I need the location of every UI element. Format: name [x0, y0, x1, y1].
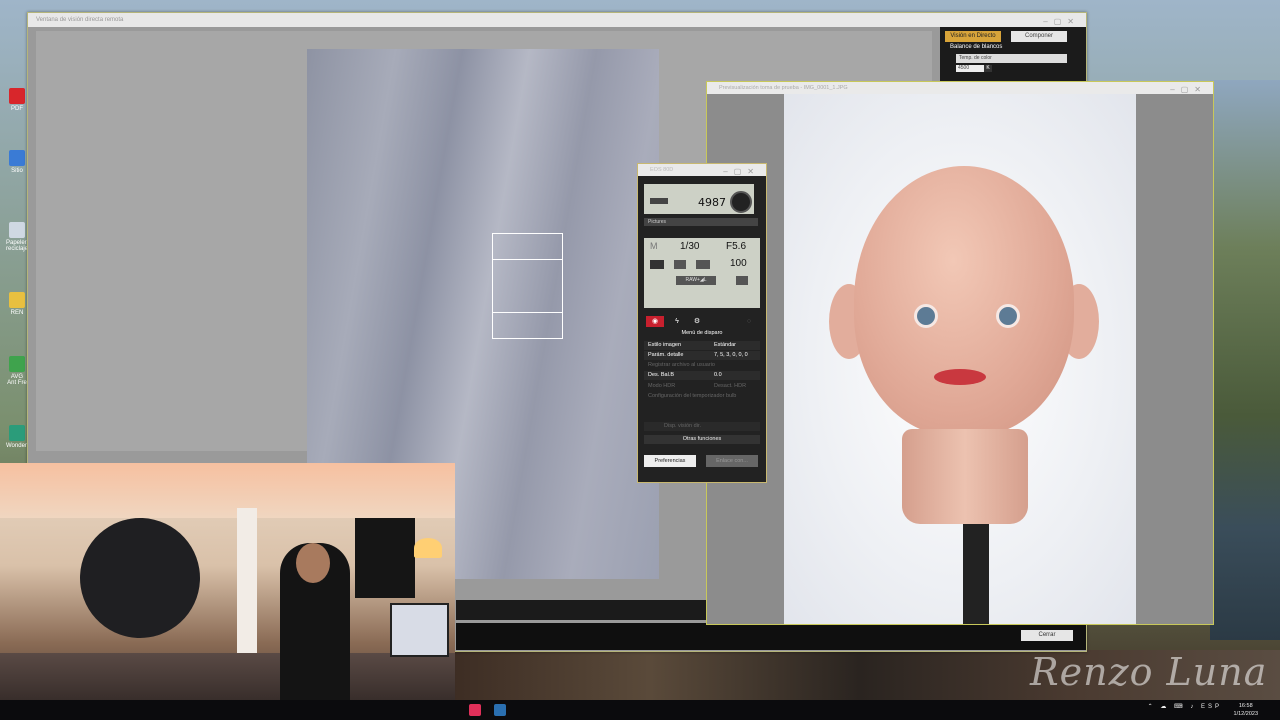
webcam-overlay	[0, 463, 455, 720]
webcam-person-head	[296, 543, 330, 583]
flash-tab-icon[interactable]: ϟ	[668, 316, 686, 327]
af-mode-icon[interactable]	[696, 260, 710, 269]
webcam-column	[237, 508, 257, 658]
focus-frame[interactable]	[492, 233, 563, 339]
preview-window-controls[interactable]: –▢✕	[1170, 84, 1207, 96]
doll-head	[854, 166, 1074, 436]
other-functions-button[interactable]: Otras funciones	[644, 435, 760, 444]
signature-watermark: Renzo Luna	[1030, 650, 1268, 694]
desktop-icon-ren[interactable]: REN	[6, 292, 28, 316]
doll-stand	[963, 524, 989, 624]
settings-tab-icon[interactable]: ⚙	[688, 316, 706, 327]
desktop-wallpaper-mountain	[1210, 80, 1280, 640]
menu-row-register-user: Registrar archivo al usuario	[648, 362, 715, 368]
shooting-menu-title: Menú de disparo	[681, 330, 723, 336]
live-view-disabled-button: Disp. visión dir.	[644, 422, 760, 431]
eos-window-controls[interactable]: –▢✕	[723, 166, 760, 178]
shots-remaining: 4987	[698, 196, 726, 209]
dial-icon[interactable]	[730, 191, 752, 213]
menu-row-wb-shift[interactable]: Des. Bal.B 0.0	[644, 371, 760, 380]
test-shot-preview-window: Previsualización toma de prueba - IMG_00…	[706, 81, 1214, 625]
aperture-value[interactable]: F5.6	[726, 241, 746, 252]
taskbar-clock[interactable]: 16:58 1/12/2023	[1234, 702, 1258, 718]
preview-image	[784, 94, 1136, 624]
desktop-icon-pdf[interactable]: PDF	[6, 88, 28, 112]
eos-tabs: ◉ ϟ ⚙ ○	[644, 316, 760, 328]
doll-neck	[902, 429, 1028, 524]
webcam-softbox	[63, 501, 217, 655]
metering-icon[interactable]	[650, 260, 664, 269]
eos-titlebar: EOS 80D –▢✕	[638, 164, 766, 176]
live-view-titlebar: Ventana de visión directa remota –▢✕	[28, 13, 1086, 27]
shooting-mode: M	[650, 241, 658, 251]
preview-titlebar: Previsualización toma de prueba - IMG_00…	[707, 82, 1213, 94]
eos-utility-panel: EOS 80D –▢✕ 4987 Pictures M 1/30 F5.6 10…	[637, 163, 767, 483]
color-temp-input[interactable]: 4500	[956, 65, 984, 72]
drive-mode-icon[interactable]	[674, 260, 686, 269]
doll-eye-right	[996, 304, 1020, 328]
pictures-folder[interactable]: Pictures	[644, 218, 758, 226]
shooting-settings-lcd: M 1/30 F5.6 100 RAW+◢L	[644, 238, 760, 308]
webcam-lamp	[414, 538, 442, 558]
white-balance-select[interactable]: Temp. de color	[956, 54, 1067, 63]
system-tray[interactable]: ⌃ ☁ ⌨ ♪ ESP	[1148, 703, 1222, 710]
desktop-icon-recycle-bin[interactable]: Papelera reciclaje	[6, 222, 30, 252]
compose-button[interactable]: Componer	[1011, 31, 1067, 42]
webcam-ceiling	[0, 463, 455, 518]
live-view-status-bar	[456, 623, 1086, 650]
desktop-icon-site[interactable]: Sitio	[6, 150, 28, 174]
taskbar-eos-icon[interactable]	[494, 704, 506, 716]
webcam-monitor	[390, 603, 449, 657]
shutter-speed[interactable]: 1/30	[680, 241, 699, 252]
live-view-button[interactable]: Visión en Directo	[945, 31, 1001, 42]
extra-tab-icon[interactable]: ○	[740, 316, 758, 327]
live-view-side-panel: Visión en Directo Componer Balance de bl…	[940, 27, 1086, 87]
desktop-icon-avg[interactable]: AVG Ant Fre	[6, 356, 28, 386]
webcam-softbox-right	[355, 518, 415, 598]
menu-row-detail-params[interactable]: Parám. detalle 7, 5, 3, 0, 0, 0	[644, 351, 760, 360]
menu-row-picture-style[interactable]: Estilo imagen Estándar	[644, 341, 760, 350]
doll-eye-left	[914, 304, 938, 328]
preferences-button[interactable]: Preferencias	[644, 455, 696, 467]
taskbar-app-icon[interactable]	[469, 704, 481, 716]
desktop-icon-wonders[interactable]: Wonders	[6, 425, 30, 449]
doll-mouth	[934, 369, 986, 385]
menu-row-hdr-mode: Modo HDR Desact. HDR	[648, 383, 747, 389]
camera-tab-icon[interactable]: ◉	[646, 316, 664, 327]
menu-row-bulb-timer: Configuración del temporizador bulb	[648, 393, 737, 399]
close-button[interactable]: Cerrar	[1021, 630, 1073, 641]
kelvin-unit: K	[984, 65, 992, 72]
secondary-disabled-button: Enlace con...	[706, 455, 758, 467]
iso-value[interactable]: 100	[730, 258, 747, 269]
live-view-toolbar	[456, 600, 706, 620]
image-quality[interactable]: RAW+◢L	[676, 276, 716, 285]
white-balance-label: Balance de blancos	[950, 44, 1003, 50]
taskbar: ⌃ ☁ ⌨ ♪ ESP 16:58 1/12/2023	[0, 700, 1280, 720]
wb-icon[interactable]	[736, 276, 748, 285]
battery-icon	[650, 198, 668, 204]
